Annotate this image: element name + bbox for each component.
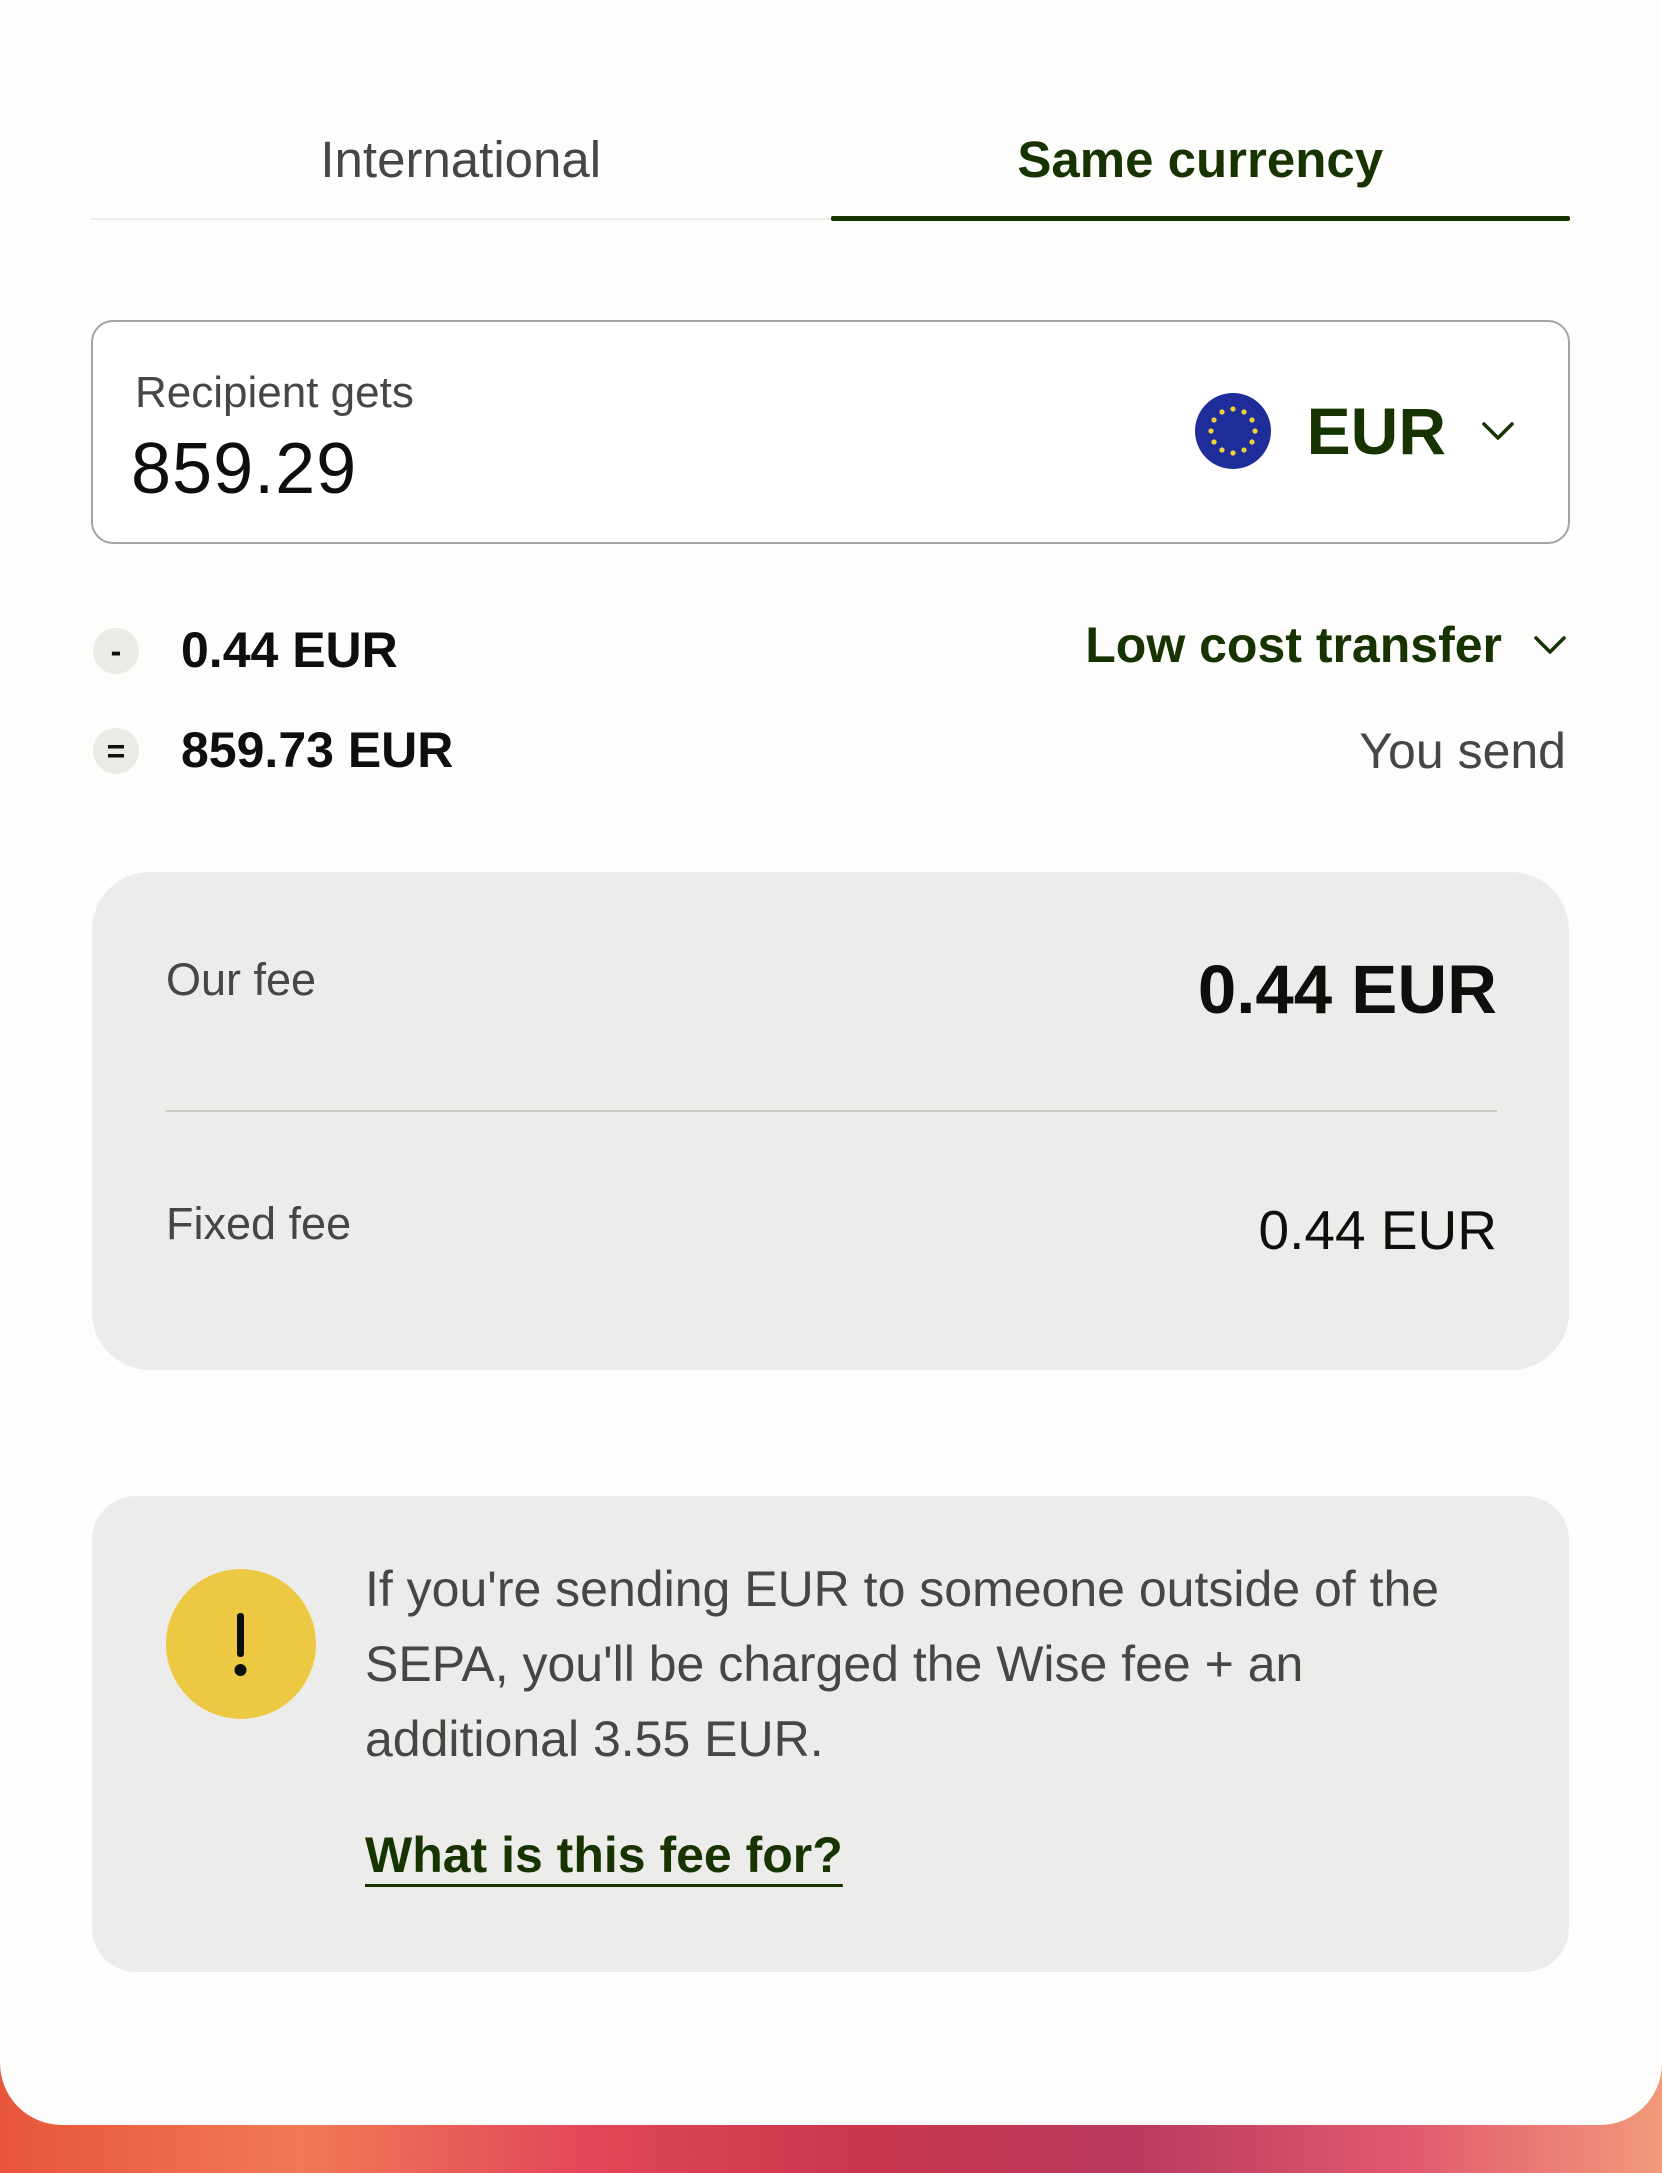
you-send-amount: 859.73 EUR <box>181 722 454 778</box>
chevron-down-icon <box>1534 636 1566 654</box>
sepa-notice-panel: If you're sending EUR to someone outside… <box>92 1496 1569 1972</box>
warning-icon <box>166 1569 316 1719</box>
fee-divider <box>166 1110 1497 1112</box>
transfer-type-label: Low cost transfer <box>1085 617 1502 673</box>
page-background: International Same currency Recipient ge… <box>0 0 1662 2173</box>
recipient-gets-label: Recipient gets <box>135 368 414 417</box>
transfer-type-selector[interactable]: Low cost transfer <box>1085 616 1570 674</box>
sepa-notice-text: If you're sending EUR to someone outside… <box>365 1561 1440 1767</box>
fee-summary-panel: Our fee 0.44 EUR Fixed fee 0.44 EUR <box>92 872 1569 1370</box>
our-fee-label: Our fee <box>166 954 317 1005</box>
fee-row: - 0.44 EUR Low cost transfer <box>91 616 1570 686</box>
fee-info-link[interactable]: What is this fee for? <box>365 1826 843 1884</box>
tab-same-currency[interactable]: Same currency <box>830 100 1571 221</box>
chevron-down-icon <box>1482 422 1514 440</box>
you-send-label: You send <box>1359 723 1566 779</box>
fee-calculator-card: International Same currency Recipient ge… <box>0 0 1662 2125</box>
fixed-fee-value: 0.44 EUR <box>1258 1199 1497 1261</box>
eu-flag-icon <box>1194 393 1271 469</box>
fee-amount: 0.44 EUR <box>181 622 398 678</box>
recipient-amount-input[interactable]: 859.29 <box>131 428 357 510</box>
fixed-fee-label: Fixed fee <box>166 1198 352 1249</box>
equals-operator-icon: = <box>93 728 139 774</box>
currency-selector[interactable]: EUR <box>1194 386 1518 476</box>
our-fee-value: 0.44 EUR <box>1197 951 1497 1028</box>
total-row: = 859.73 EUR You send <box>91 716 1570 786</box>
recipient-gets-field[interactable]: Recipient gets 859.29 EUR <box>91 320 1570 544</box>
minus-operator-icon: - <box>93 628 139 674</box>
tab-international[interactable]: International <box>91 100 831 218</box>
transfer-tabs: International Same currency <box>91 100 1571 221</box>
currency-code: EUR <box>1306 394 1446 468</box>
